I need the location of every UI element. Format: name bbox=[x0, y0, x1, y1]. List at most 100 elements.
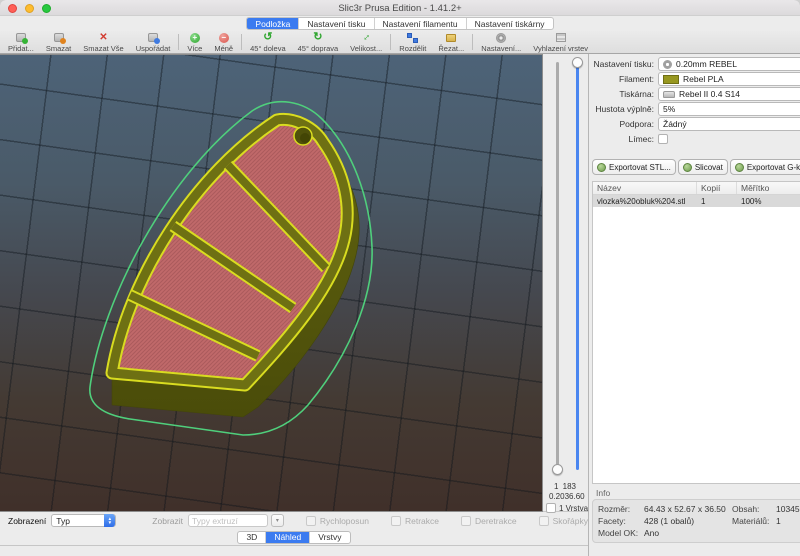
app-window: Slic3r Prusa Edition - 1.41.2+ Podložka … bbox=[0, 0, 800, 556]
retractions-checkbox[interactable] bbox=[391, 516, 401, 526]
print-settings-value: 0.20mm REBEL bbox=[676, 59, 737, 69]
model-notch-shadow bbox=[300, 133, 310, 143]
travel-checkbox[interactable] bbox=[306, 516, 316, 526]
preview-controlbar: Zobrazení Typ ▲▼ Zobrazit ▾ Rychloposun … bbox=[0, 512, 588, 529]
one-layer-toggle[interactable]: 1 Vrstva bbox=[546, 503, 588, 513]
delete-all-button[interactable]: ✕ Smazat Vše bbox=[77, 31, 129, 53]
scale-icon: ↕ bbox=[364, 32, 369, 43]
shells-toggle[interactable]: Skořápky bbox=[539, 516, 588, 526]
main-tabs: Podložka Nastavení tisku Nastavení filam… bbox=[246, 17, 553, 30]
printer-value: Rebel II 0.4 S14 bbox=[679, 89, 740, 99]
titlebar: Slic3r Prusa Edition - 1.41.2+ bbox=[0, 0, 800, 16]
filament-value: Rebel PLA bbox=[683, 74, 724, 84]
support-label: Podpora: bbox=[592, 119, 654, 129]
infill-label: Hustota výplně: bbox=[592, 104, 654, 114]
rotate-right-button[interactable]: ↻ 45° doprava bbox=[292, 31, 345, 53]
cut-button[interactable]: Řezat... bbox=[432, 31, 470, 53]
display-mode-value: Typ bbox=[56, 516, 70, 526]
table-row[interactable]: vlozka%20obluk%204.stl 1 100% bbox=[593, 195, 800, 207]
layer-heights: 0.20 36.60 bbox=[543, 492, 586, 501]
brim-checkbox[interactable] bbox=[658, 134, 668, 144]
preview-canvas[interactable] bbox=[0, 54, 543, 512]
settings-icon bbox=[496, 32, 506, 43]
extrusion-dropdown-button[interactable]: ▾ bbox=[271, 514, 284, 527]
layer-slider-low-handle[interactable] bbox=[552, 464, 563, 475]
layer-low-mm: 0.20 bbox=[549, 492, 565, 501]
layer-slider-high[interactable] bbox=[576, 62, 579, 470]
tab-print-settings[interactable]: Nastavení tisku bbox=[299, 18, 374, 29]
split-button[interactable]: Rozdělit bbox=[393, 31, 432, 53]
tab-plater[interactable]: Podložka bbox=[247, 18, 299, 29]
support-select[interactable]: Žádný ▼ bbox=[658, 117, 800, 131]
status-strip bbox=[0, 545, 588, 556]
window-title: Slic3r Prusa Edition - 1.41.2+ bbox=[0, 3, 800, 14]
view-switcher: 3D Náhled Vrstvy bbox=[237, 531, 350, 544]
layer-smoothing-button[interactable]: Vyhlazení vrstev bbox=[527, 31, 594, 53]
layer-slider-low[interactable] bbox=[556, 62, 559, 470]
export-stl-icon bbox=[597, 163, 606, 172]
volume-label: Obsah: bbox=[732, 504, 776, 514]
printer-label: Tiskárna: bbox=[592, 89, 654, 99]
show-label: Zobrazit bbox=[152, 516, 183, 526]
toolbar-separator bbox=[178, 34, 179, 50]
split-icon bbox=[407, 32, 418, 43]
tab-filament-settings[interactable]: Nastavení filamentu bbox=[375, 18, 467, 29]
model-preview[interactable] bbox=[0, 55, 543, 512]
column-scale[interactable]: Měřítko bbox=[737, 182, 800, 194]
filament-swatch-icon bbox=[663, 75, 679, 84]
fewer-copies-button[interactable]: − Méně bbox=[208, 31, 239, 53]
export-stl-button[interactable]: Exportovat STL... bbox=[592, 159, 676, 175]
infill-select[interactable]: 5% ▼ bbox=[658, 102, 800, 116]
shells-checkbox[interactable] bbox=[539, 516, 549, 526]
view-preview-button[interactable]: Náhled bbox=[266, 532, 310, 543]
object-name: vlozka%20obluk%204.stl bbox=[593, 197, 697, 206]
arrange-button[interactable]: Uspořádat bbox=[130, 31, 177, 53]
export-gcode-icon bbox=[735, 163, 744, 172]
display-label: Zobrazení bbox=[8, 516, 46, 526]
facets-label: Facety: bbox=[598, 516, 644, 526]
printer-select[interactable]: Rebel II 0.4 S14 bbox=[658, 87, 800, 101]
slice-button[interactable]: Slicovat bbox=[678, 159, 728, 175]
scale-button[interactable]: ↕ Velikost... bbox=[344, 31, 388, 53]
fewer-copies-icon: − bbox=[219, 32, 229, 43]
facets-value: 428 (1 obalů) bbox=[644, 516, 732, 526]
unretractions-toggle[interactable]: Deretrakce bbox=[461, 516, 517, 526]
view-layers-button[interactable]: Vrstvy bbox=[310, 532, 349, 543]
view-3d-button[interactable]: 3D bbox=[238, 532, 266, 543]
size-label: Rozměr: bbox=[598, 504, 644, 514]
unretractions-checkbox[interactable] bbox=[461, 516, 471, 526]
column-name[interactable]: Název bbox=[593, 182, 697, 194]
delete-button[interactable]: Smazat bbox=[40, 31, 77, 53]
one-layer-checkbox[interactable] bbox=[546, 503, 556, 513]
retractions-toggle[interactable]: Retrakce bbox=[391, 516, 439, 526]
export-gcode-button[interactable]: Exportovat G-kód... bbox=[730, 159, 800, 175]
left-column: 1 183 0.20 36.60 1 Vrstva Zobrazení bbox=[0, 54, 588, 556]
rotate-left-button[interactable]: ↺ 45° doleva bbox=[244, 31, 292, 53]
volume-value: 10345.69 bbox=[776, 504, 800, 514]
filament-select[interactable]: Rebel PLA bbox=[658, 72, 800, 86]
extrusion-types-input[interactable] bbox=[188, 514, 268, 527]
travel-toggle[interactable]: Rychloposun bbox=[306, 516, 369, 526]
column-copies[interactable]: Kopií bbox=[697, 182, 737, 194]
rotate-right-icon: ↻ bbox=[313, 32, 322, 43]
more-copies-button[interactable]: + Více bbox=[181, 31, 208, 53]
layer-slider-high-handle[interactable] bbox=[572, 57, 583, 68]
toolbar-separator bbox=[241, 34, 242, 50]
object-copies: 1 bbox=[697, 197, 737, 206]
stepper-icon: ▲▼ bbox=[104, 514, 115, 527]
more-copies-icon: + bbox=[190, 32, 200, 43]
arrange-icon bbox=[148, 32, 158, 43]
slice-icon bbox=[683, 163, 692, 172]
add-button[interactable]: Přidat... bbox=[2, 31, 40, 53]
remove-object-icon bbox=[54, 32, 64, 43]
toolbar: Přidat... Smazat ✕ Smazat Vše Uspořádat … bbox=[0, 31, 800, 54]
view-switcher-row: 3D Náhled Vrstvy bbox=[0, 529, 588, 545]
brim-label: Límec: bbox=[592, 134, 654, 144]
materials-label: Materiálů: bbox=[732, 516, 776, 526]
display-mode-select[interactable]: Typ ▲▼ bbox=[51, 514, 116, 527]
work-area: 1 183 0.20 36.60 1 Vrstva bbox=[0, 54, 588, 512]
tab-printer-settings[interactable]: Nastavení tiskárny bbox=[467, 18, 553, 29]
print-settings-select[interactable]: 0.20mm REBEL bbox=[658, 57, 800, 71]
object-settings-button[interactable]: Nastavení... bbox=[475, 31, 527, 53]
layer-values: 1 183 bbox=[543, 482, 584, 491]
